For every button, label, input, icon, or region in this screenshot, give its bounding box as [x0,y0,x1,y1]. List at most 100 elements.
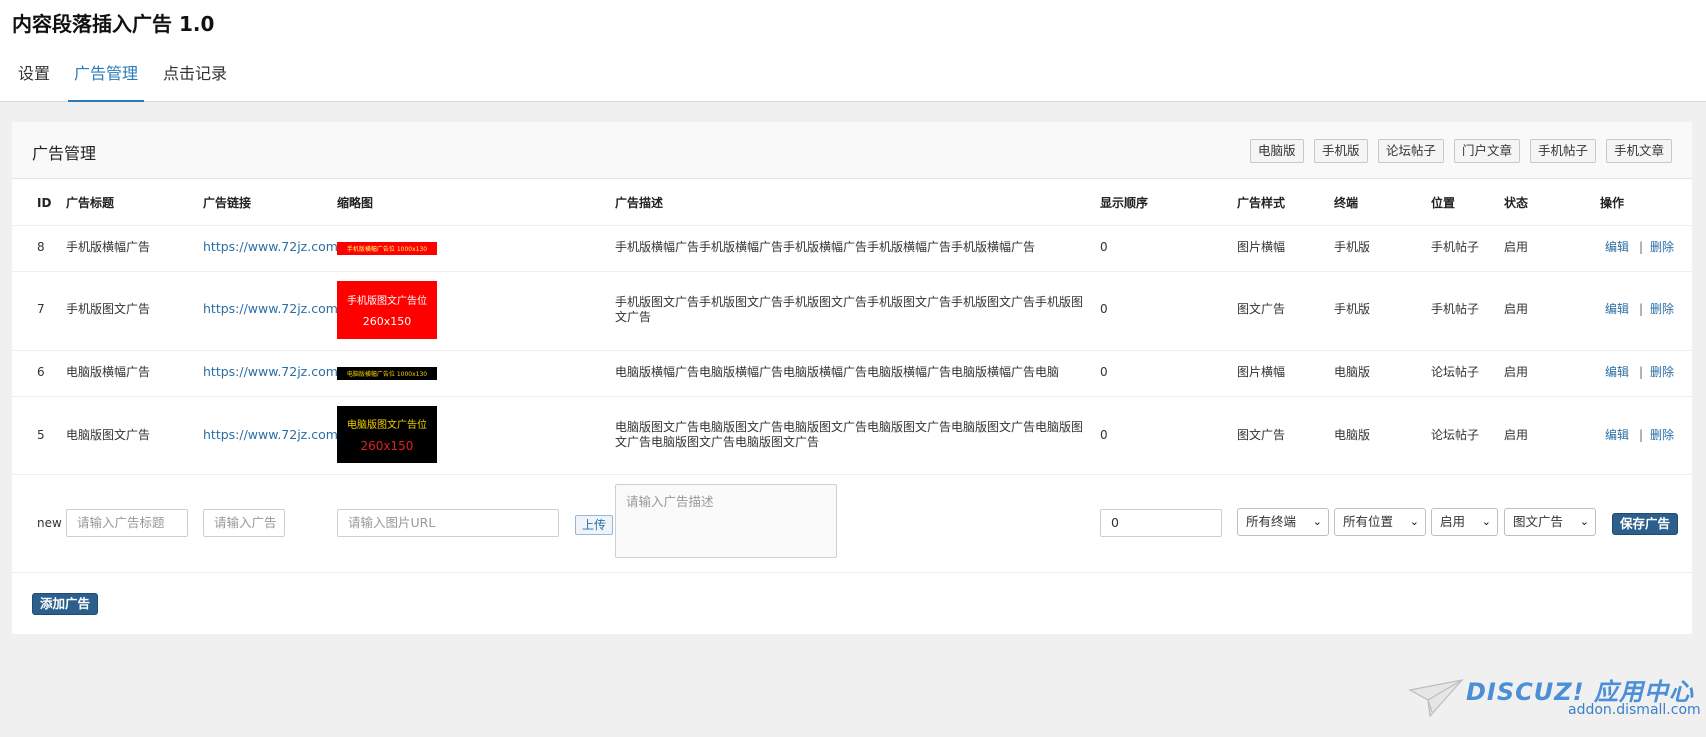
col-action: 操作 [1600,196,1625,210]
row-style: 图文广告 [1237,428,1286,442]
row-title: 手机版图文广告 [66,302,151,316]
row-link[interactable]: https://www.72jz.com/ [203,239,342,255]
terminal-select[interactable]: 所有终端 ⌄ [1237,508,1329,536]
delete-link[interactable]: 删除 [1650,364,1674,380]
row-order: 0 [1100,302,1108,316]
filter-forum-post-button[interactable]: 论坛帖子 [1378,139,1445,163]
row-link[interactable]: https://www.72jz.com/ [203,427,342,443]
row-terminal: 手机版 [1334,240,1371,254]
row-title: 电脑版横幅广告 [66,365,151,379]
edit-link[interactable]: 编辑 [1605,239,1629,255]
thumbnail-image: 手机版横幅广告位 1000x130 [337,242,437,255]
row-order: 0 [1100,365,1108,379]
add-ad-button[interactable]: 添加广告 [32,593,99,615]
thumb-label: 电脑版图文广告位 [347,420,427,431]
row-position: 论坛帖子 [1431,428,1480,442]
tab-ad-management[interactable]: 广告管理 [68,56,144,102]
chevron-down-icon: ⌄ [1579,515,1589,528]
col-position: 位置 [1431,196,1456,210]
row-link[interactable]: https://www.72jz.com/ [203,364,342,380]
row-title: 手机版横幅广告 [66,240,151,254]
filter-pc-button[interactable]: 电脑版 [1250,139,1304,163]
chevron-down-icon: ⌄ [1409,515,1419,528]
row-id: 6 [37,365,45,379]
row-style: 图片横幅 [1237,240,1286,254]
upload-button[interactable]: 上传 [575,515,614,535]
filter-mobile-post-button[interactable]: 手机帖子 [1530,139,1597,163]
edit-link[interactable]: 编辑 [1605,427,1629,443]
col-link: 广告链接 [203,196,252,210]
row-desc: 手机版横幅广告手机版横幅广告手机版横幅广告手机版横幅广告手机版横幅广告 [615,240,1036,254]
row-desc: 手机版图文广告手机版图文广告手机版图文广告手机版图文广告手机版图文广告手机版图文… [615,295,1084,324]
thumbnail-image: 电脑版横幅广告位 1000x130 [337,367,437,380]
thumbnail-image: 电脑版图文广告位 260x150 [337,406,437,463]
filter-mobile-article-button[interactable]: 手机文章 [1606,139,1673,163]
delete-link[interactable]: 删除 [1650,427,1674,443]
watermark-domain: addon.dismall.com [1568,702,1701,718]
row-status: 启用 [1504,302,1529,316]
divider [12,396,1692,397]
divider [12,350,1692,351]
col-style: 广告样式 [1237,196,1286,210]
action-separator: | [1639,428,1644,442]
thumbnail-image: 手机版图文广告位 260x150 [337,281,437,339]
row-position: 手机帖子 [1431,240,1480,254]
action-separator: | [1639,365,1644,379]
action-separator: | [1639,302,1644,316]
row-terminal: 电脑版 [1334,365,1371,379]
row-title: 电脑版图文广告 [66,428,151,442]
filter-mobile-button[interactable]: 手机版 [1314,139,1368,163]
row-id: 7 [37,302,45,316]
thumb-label: 手机版横幅广告位 1000x130 [346,246,428,253]
delete-link[interactable]: 删除 [1650,301,1674,317]
row-order: 0 [1100,428,1108,442]
row-terminal: 手机版 [1334,302,1371,316]
filter-portal-article-button[interactable]: 门户文章 [1454,139,1521,163]
position-select[interactable]: 所有位置 ⌄ [1334,508,1426,536]
row-style: 图片横幅 [1237,365,1286,379]
edit-link[interactable]: 编辑 [1605,364,1629,380]
image-url-input[interactable]: 请输入图片URL [337,509,559,537]
terminal-select-value: 所有终端 [1246,514,1297,529]
paper-plane-icon [1408,679,1464,718]
col-order: 显示顺序 [1100,196,1149,210]
delete-link[interactable]: 删除 [1650,239,1674,255]
row-desc: 电脑版图文广告电脑版图文广告电脑版图文广告电脑版图文广告电脑版图文广告电脑版图文… [615,420,1084,449]
row-terminal: 电脑版 [1334,428,1371,442]
row-status: 启用 [1504,365,1529,379]
thumb-label: 手机版图文广告位 [347,296,427,307]
status-select[interactable]: 启用 ⌄ [1431,508,1498,536]
chevron-down-icon: ⌄ [1312,515,1322,528]
divider [12,271,1692,272]
row-position: 手机帖子 [1431,302,1480,316]
tab-settings[interactable]: 设置 [12,56,56,102]
save-ad-button[interactable]: 保存广告 [1612,513,1679,535]
divider [12,572,1692,573]
discuz-watermark: DISCUZ! 应用中心 addon.dismall.com [1408,672,1701,724]
panel-title: 广告管理 [32,144,97,163]
ad-management-panel: 广告管理 电脑版 手机版 论坛帖子 门户文章 手机帖子 手机文章 ID 广告标题… [12,122,1692,634]
thumb-size: 260x150 [362,315,412,328]
row-id: 8 [37,240,45,254]
row-position: 论坛帖子 [1431,365,1480,379]
col-status: 状态 [1504,196,1529,210]
thumb-label: 电脑版横幅广告位 1000x130 [346,371,428,378]
display-order-input[interactable]: 0 [1100,509,1222,537]
style-select[interactable]: 图文广告 ⌄ [1504,508,1596,536]
col-terminal: 终端 [1334,196,1359,210]
action-separator: | [1639,240,1644,254]
tab-click-records[interactable]: 点击记录 [158,56,232,102]
col-desc: 广告描述 [615,196,664,210]
position-select-value: 所有位置 [1343,514,1394,529]
edit-link[interactable]: 编辑 [1605,301,1629,317]
ad-title-input[interactable]: 请输入广告标题 [66,509,188,537]
col-thumb: 缩略图 [337,196,374,210]
row-order: 0 [1100,240,1108,254]
row-link[interactable]: https://www.72jz.com/ [203,301,342,317]
row-style: 图文广告 [1237,302,1286,316]
panel-header: 广告管理 电脑版 手机版 论坛帖子 门户文章 手机帖子 手机文章 [12,122,1692,179]
ad-link-input[interactable]: 请输入广告 [203,509,285,537]
row-status: 启用 [1504,240,1529,254]
ad-desc-textarea[interactable]: 请输入广告描述 [615,484,837,558]
divider [12,225,1692,226]
